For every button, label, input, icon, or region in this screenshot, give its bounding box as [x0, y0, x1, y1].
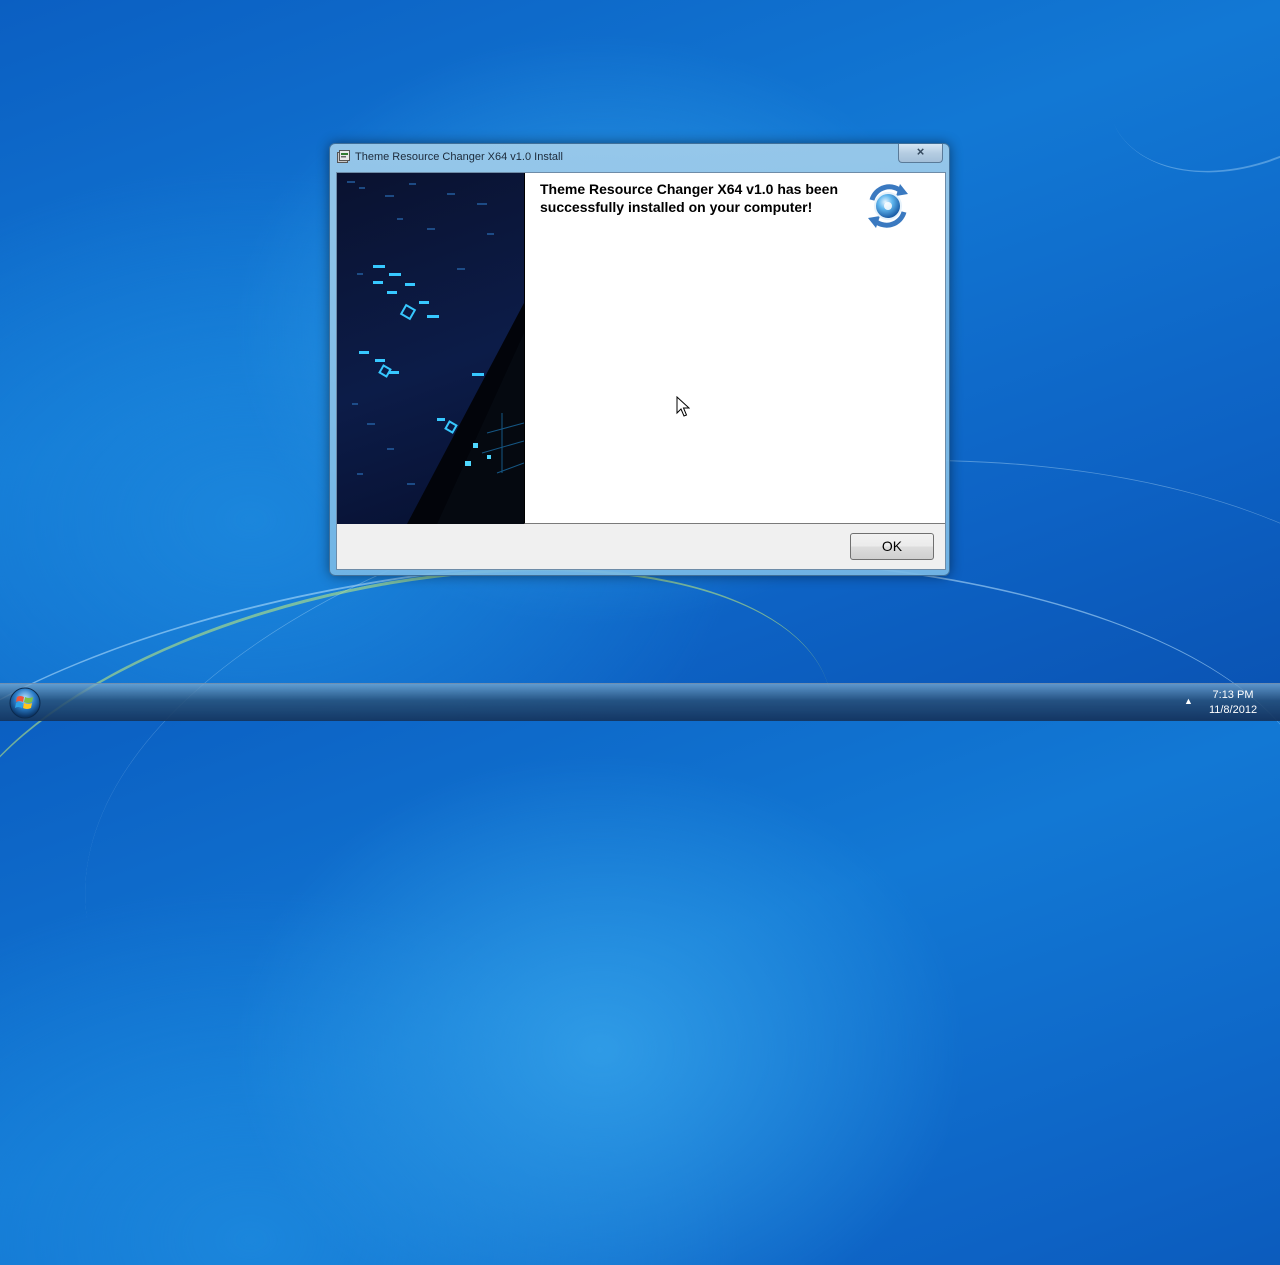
clock-time: 7:13 PM [1212, 689, 1254, 701]
desktop-swoosh [0, 508, 1280, 1214]
installer-icon [337, 150, 350, 163]
desktop-swoosh [0, 495, 873, 1078]
installer-banner-image [337, 173, 524, 524]
installer-dialog: Theme Resource Changer X64 v1.0 Install … [329, 143, 950, 576]
close-button[interactable]: × [898, 144, 943, 163]
dialog-content-panel: Theme Resource Changer X64 v1.0 has been… [524, 173, 945, 524]
system-clock[interactable]: 7:13 PM 11/8/2012 [1198, 688, 1268, 718]
taskbar: ▲ 7:13 PM 11/8/2012 [0, 683, 1280, 721]
title-bar[interactable]: Theme Resource Changer X64 v1.0 Install … [330, 144, 949, 171]
dialog-client-area: Theme Resource Changer X64 v1.0 has been… [336, 172, 946, 570]
refresh-globe-icon [868, 184, 908, 228]
banner-graphic [347, 181, 524, 524]
show-hidden-icons-button[interactable]: ▲ [1184, 696, 1193, 706]
mouse-pointer-icon [676, 396, 690, 417]
desktop-swoosh [1071, 0, 1280, 216]
success-message: Theme Resource Changer X64 v1.0 has been… [540, 181, 839, 215]
clock-date: 11/8/2012 [1208, 704, 1258, 716]
window-title: Theme Resource Changer X64 v1.0 Install [355, 151, 563, 163]
ok-button[interactable]: OK [850, 533, 934, 560]
windows-start-orb-icon[interactable] [6, 686, 44, 720]
